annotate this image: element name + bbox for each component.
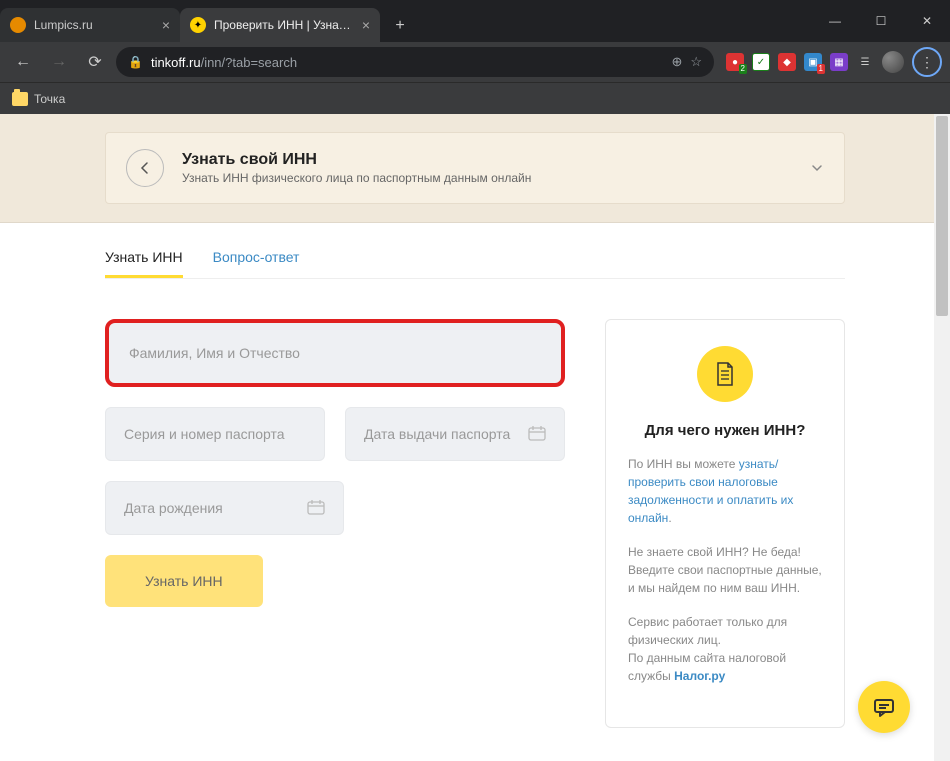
chat-fab-button[interactable] [858, 681, 910, 733]
fio-placeholder: Фамилия, Имя и Отчество [129, 345, 300, 361]
nav-forward-button[interactable]: → [44, 47, 74, 77]
side-link-nalog[interactable]: Налог.ру [674, 669, 725, 683]
page-content: Узнать свой ИНН Узнать ИНН физического л… [0, 114, 950, 761]
profile-avatar[interactable] [882, 51, 904, 73]
hero-subtitle: Узнать ИНН физического лица по паспортны… [182, 171, 531, 185]
close-icon[interactable]: × [162, 17, 170, 33]
url-host: tinkoff.ru [151, 55, 201, 70]
document-icon [697, 346, 753, 402]
new-tab-button[interactable]: + [386, 12, 414, 40]
extension-check-icon[interactable]: ✓ [752, 53, 770, 71]
star-icon[interactable]: ☆ [690, 54, 702, 70]
side-para-2: Не знаете свой ИНН? Не беда! Введите сво… [628, 543, 822, 597]
window-maximize-button[interactable]: ☐ [858, 0, 904, 42]
scrollbar-thumb[interactable] [936, 116, 948, 316]
browser-menu-button[interactable]: ⋮ [912, 47, 942, 77]
browser-tab-lumpics[interactable]: Lumpics.ru × [0, 8, 180, 42]
birth-date-input[interactable]: Дата рождения [105, 481, 344, 535]
page-tabs: Узнать ИНН Вопрос-ответ [105, 223, 845, 279]
reading-list-icon[interactable]: ☰ [856, 53, 874, 71]
fio-input[interactable]: Фамилия, Имя и Отчество [105, 319, 565, 387]
address-row: ← → ⟳ 🔒 tinkoff.ru/inn/?tab=search ⊕ ☆ ●… [0, 42, 950, 82]
chevron-down-icon [810, 161, 824, 175]
browser-tabs-row: Lumpics.ru × ✦ Проверить ИНН | Узнать св… [0, 0, 950, 42]
calendar-icon [528, 426, 546, 442]
extension-red-icon[interactable]: ◆ [778, 53, 796, 71]
hero-title: Узнать свой ИНН [182, 151, 531, 169]
close-icon[interactable]: × [362, 17, 370, 33]
side-info-card: Для чего нужен ИНН? По ИНН вы можете узн… [605, 319, 845, 728]
side-para-3: Сервис работает только для физических ли… [628, 613, 822, 685]
issue-date-placeholder: Дата выдачи паспорта [364, 426, 510, 442]
lock-icon: 🔒 [128, 55, 143, 69]
extension-purple-icon[interactable]: ▦ [830, 53, 848, 71]
folder-icon [12, 92, 28, 106]
favicon-lumpics [10, 17, 26, 33]
tab-title: Lumpics.ru [34, 18, 156, 32]
tab-title: Проверить ИНН | Узнать свой И [214, 18, 356, 32]
calendar-icon [307, 500, 325, 516]
window-minimize-button[interactable]: — [812, 0, 858, 42]
passport-placeholder: Серия и номер паспорта [124, 426, 285, 442]
address-bar[interactable]: 🔒 tinkoff.ru/inn/?tab=search ⊕ ☆ [116, 47, 714, 77]
bookmarks-bar: Точка [0, 82, 950, 114]
favicon-tinkoff: ✦ [190, 17, 206, 33]
submit-button[interactable]: Узнать ИНН [105, 555, 263, 607]
passport-input[interactable]: Серия и номер паспорта [105, 407, 325, 461]
page-scrollbar[interactable] [934, 114, 950, 761]
extension-blue-icon[interactable]: ▣1 [804, 53, 822, 71]
tab-uznat-inn[interactable]: Узнать ИНН [105, 239, 183, 278]
url-path: /inn/?tab=search [201, 55, 297, 70]
birth-placeholder: Дата рождения [124, 500, 223, 516]
bookmark-item[interactable]: Точка [34, 92, 65, 106]
back-circle-icon[interactable] [126, 149, 164, 187]
side-para-1: По ИНН вы можете узнать/ проверить свои … [628, 455, 822, 527]
extension-adblock-icon[interactable]: ●2 [726, 53, 744, 71]
install-app-icon[interactable]: ⊕ [671, 54, 682, 70]
window-close-button[interactable]: ✕ [904, 0, 950, 42]
issue-date-input[interactable]: Дата выдачи паспорта [345, 407, 565, 461]
nav-back-button[interactable]: ← [8, 47, 38, 77]
side-heading: Для чего нужен ИНН? [628, 422, 822, 439]
tab-vopros-otvet[interactable]: Вопрос-ответ [213, 239, 300, 278]
browser-tab-tinkoff[interactable]: ✦ Проверить ИНН | Узнать свой И × [180, 8, 380, 42]
nav-reload-button[interactable]: ⟳ [80, 47, 110, 77]
chat-icon [872, 695, 896, 719]
hero-expand-card[interactable]: Узнать свой ИНН Узнать ИНН физического л… [105, 132, 845, 204]
